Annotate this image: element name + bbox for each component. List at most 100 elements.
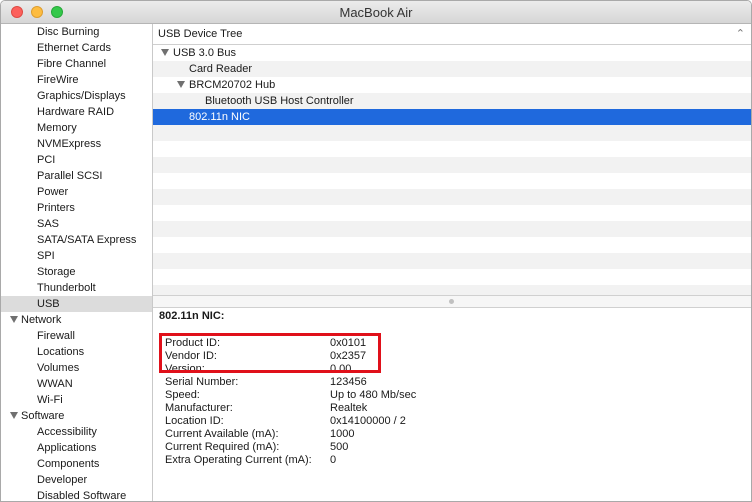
- sidebar-item-label: Network: [21, 314, 62, 326]
- sidebar-item[interactable]: Disc Burning: [1, 24, 152, 40]
- tree-row-empty: [153, 173, 751, 189]
- sidebar-item[interactable]: USB: [1, 296, 152, 312]
- sidebar-item[interactable]: Volumes: [1, 360, 152, 376]
- property-row: Version: 0.00: [165, 363, 465, 376]
- sidebar-item[interactable]: Locations: [1, 344, 152, 360]
- detail-pane: 802.11n NIC: Product ID: 0x0101 Vendor ID:…: [153, 308, 751, 501]
- usb-device-tree[interactable]: USB 3.0 Bus Card Reader BRCM20702 Hub Bluet…: [153, 45, 751, 315]
- sidebar-item-label: Fibre Channel: [37, 58, 107, 70]
- sidebar-item-label: Hardware RAID: [37, 106, 115, 118]
- tree-row-empty: [153, 221, 751, 237]
- sidebar-item-label: Locations: [37, 346, 85, 358]
- tree-row[interactable]: BRCM20702 Hub: [153, 77, 751, 93]
- property-value: 0.00: [330, 363, 352, 375]
- sidebar-item-label: Disc Burning: [37, 26, 100, 38]
- sidebar-item-label: Applications: [37, 442, 97, 454]
- chevron-up-icon[interactable]: ⌃: [736, 27, 745, 40]
- property-key: Extra Operating Current (mA):: [165, 454, 312, 466]
- sidebar-item[interactable]: NVMExpress: [1, 136, 152, 152]
- sidebar-item[interactable]: Firewall: [1, 328, 152, 344]
- sidebar-item[interactable]: Components: [1, 456, 152, 472]
- sidebar-item-label: Accessibility: [37, 426, 97, 438]
- disclosure-triangle-icon[interactable]: [10, 412, 18, 419]
- property-value: 0x2357: [330, 350, 367, 362]
- sidebar-item[interactable]: WWAN: [1, 376, 152, 392]
- tree-row-empty: [153, 157, 751, 173]
- sidebar-item[interactable]: Parallel SCSI: [1, 168, 152, 184]
- sidebar-item-label: Printers: [37, 202, 75, 214]
- tree-row[interactable]: USB 3.0 Bus: [153, 45, 751, 61]
- disclosure-triangle-icon[interactable]: [161, 49, 169, 56]
- sidebar-item-label: SATA/SATA Express: [37, 234, 137, 246]
- sidebar-item[interactable]: Hardware RAID: [1, 104, 152, 120]
- tree-row-label: 802.11n NIC: [189, 111, 250, 123]
- tree-row[interactable]: 802.11n NIC: [153, 109, 751, 125]
- property-row: Extra Operating Current (mA): 0: [165, 454, 465, 467]
- sidebar-item[interactable]: Developer: [1, 472, 152, 488]
- tree-row[interactable]: Bluetooth USB Host Controller: [153, 93, 751, 109]
- sidebar-item-label: Memory: [37, 122, 77, 134]
- tree-row-empty: [153, 189, 751, 205]
- tree-row[interactable]: Card Reader: [153, 61, 751, 77]
- property-value: 0x14100000 / 2: [330, 415, 406, 427]
- sidebar[interactable]: Disc Burning Ethernet Cards Fibre Channel F…: [1, 24, 153, 501]
- sidebar-item-label: Ethernet Cards: [37, 42, 111, 54]
- tree-header-label: USB Device Tree: [158, 28, 243, 40]
- disclosure-triangle-icon[interactable]: [10, 316, 18, 323]
- window-title: MacBook Air: [339, 5, 413, 20]
- sidebar-item[interactable]: PCI: [1, 152, 152, 168]
- tree-header[interactable]: USB Device Tree ⌃: [153, 24, 751, 45]
- sidebar-item[interactable]: Wi-Fi: [1, 392, 152, 408]
- property-value: Realtek: [330, 402, 368, 414]
- sidebar-item-label: FireWire: [37, 74, 79, 86]
- property-key: Vendor ID:: [165, 350, 217, 362]
- sidebar-item[interactable]: Graphics/Displays: [1, 88, 152, 104]
- tree-row-empty: [153, 141, 751, 157]
- property-row: Manufacturer: Realtek: [165, 402, 465, 415]
- sidebar-item[interactable]: SPI: [1, 248, 152, 264]
- property-key: Location ID:: [165, 415, 224, 427]
- sidebar-item[interactable]: Storage: [1, 264, 152, 280]
- property-row: Speed: Up to 480 Mb/sec: [165, 389, 465, 402]
- sidebar-item[interactable]: Thunderbolt: [1, 280, 152, 296]
- sidebar-item[interactable]: SATA/SATA Express: [1, 232, 152, 248]
- sidebar-item-label: Storage: [37, 266, 76, 278]
- disclosure-triangle-icon[interactable]: [177, 81, 185, 88]
- detail-title: 802.11n NIC:: [159, 310, 225, 322]
- tree-row-label: BRCM20702 Hub: [189, 79, 276, 91]
- sidebar-item[interactable]: Disabled Software: [1, 488, 152, 501]
- sidebar-item-label: PCI: [37, 154, 56, 166]
- sidebar-item-label: SPI: [37, 250, 55, 262]
- sidebar-item[interactable]: Fibre Channel: [1, 56, 152, 72]
- pane-splitter[interactable]: [153, 295, 751, 308]
- sidebar-item[interactable]: Memory: [1, 120, 152, 136]
- sidebar-group-software[interactable]: Software: [1, 408, 152, 424]
- title-bar[interactable]: MacBook Air: [1, 1, 751, 24]
- sidebar-item[interactable]: Power: [1, 184, 152, 200]
- sidebar-item-label: Graphics/Displays: [37, 90, 126, 102]
- sidebar-item[interactable]: Printers: [1, 200, 152, 216]
- property-key: Current Available (mA):: [165, 428, 279, 440]
- splitter-grip-icon[interactable]: [449, 299, 454, 304]
- property-row: Current Required (mA): 500: [165, 441, 465, 454]
- sidebar-item-label: Thunderbolt: [37, 282, 96, 294]
- property-value: 500: [330, 441, 349, 453]
- sidebar-item-label: Developer: [37, 474, 88, 486]
- property-key: Current Required (mA):: [165, 441, 280, 453]
- sidebar-item[interactable]: FireWire: [1, 72, 152, 88]
- sidebar-item[interactable]: SAS: [1, 216, 152, 232]
- sidebar-item-label: NVMExpress: [37, 138, 102, 150]
- sidebar-group-network[interactable]: Network: [1, 312, 152, 328]
- property-value: 123456: [330, 376, 367, 388]
- property-row: Serial Number: 123456: [165, 376, 465, 389]
- system-information-window: MacBook Air Disc Burning Ethernet Cards Fi…: [0, 0, 752, 502]
- property-row: Location ID: 0x14100000 / 2: [165, 415, 465, 428]
- tree-row-empty: [153, 253, 751, 269]
- sidebar-item[interactable]: Applications: [1, 440, 152, 456]
- sidebar-item[interactable]: Ethernet Cards: [1, 40, 152, 56]
- property-key: Version:: [165, 363, 205, 375]
- sidebar-item[interactable]: Accessibility: [1, 424, 152, 440]
- tree-row-empty: [153, 125, 751, 141]
- main-pane: USB Device Tree ⌃ USB 3.0 Bus Card Reader…: [153, 24, 751, 501]
- sidebar-item-label: Volumes: [37, 362, 80, 374]
